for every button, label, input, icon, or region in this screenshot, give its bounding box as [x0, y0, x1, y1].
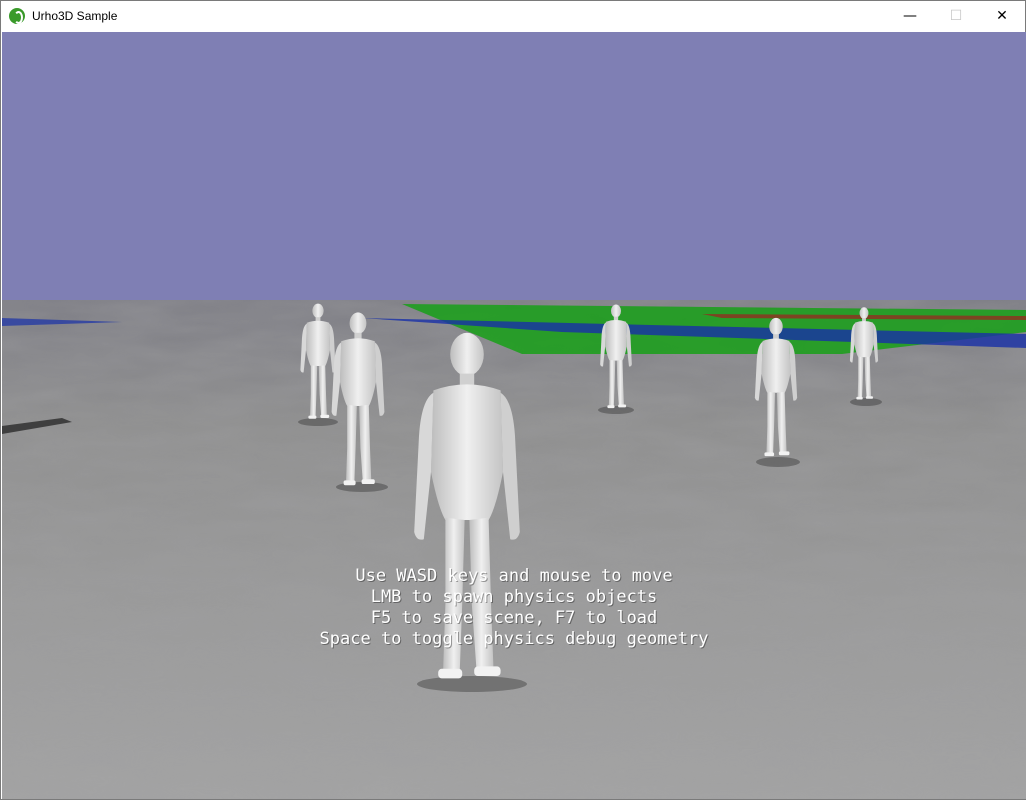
app-window: Urho3D Sample — ☐ ✕ Use WASD keys and mo… — [0, 0, 1026, 800]
sky — [2, 32, 1026, 300]
instruction-line: Use WASD keys and mouse to move — [355, 566, 673, 586]
minimize-button[interactable]: — — [887, 1, 933, 31]
urho3d-leaf-icon — [9, 8, 25, 24]
terrain-texture — [2, 300, 1026, 799]
maximize-button[interactable]: ☐ — [933, 1, 979, 31]
instruction-text: Use WASD keys and mouse to move LMB to s… — [2, 566, 1026, 650]
game-viewport[interactable]: Use WASD keys and mouse to move LMB to s… — [2, 32, 1026, 799]
instruction-line: F5 to save scene, F7 to load — [370, 608, 658, 628]
title-bar[interactable]: Urho3D Sample — ☐ ✕ — [1, 1, 1025, 31]
scene-render — [2, 32, 1026, 799]
close-button[interactable]: ✕ — [979, 1, 1025, 31]
instruction-line: Space to toggle physics debug geometry — [319, 629, 709, 649]
instruction-line: LMB to spawn physics objects — [370, 587, 658, 607]
window-title: Urho3D Sample — [32, 9, 118, 23]
window-controls: — ☐ ✕ — [887, 1, 1025, 31]
